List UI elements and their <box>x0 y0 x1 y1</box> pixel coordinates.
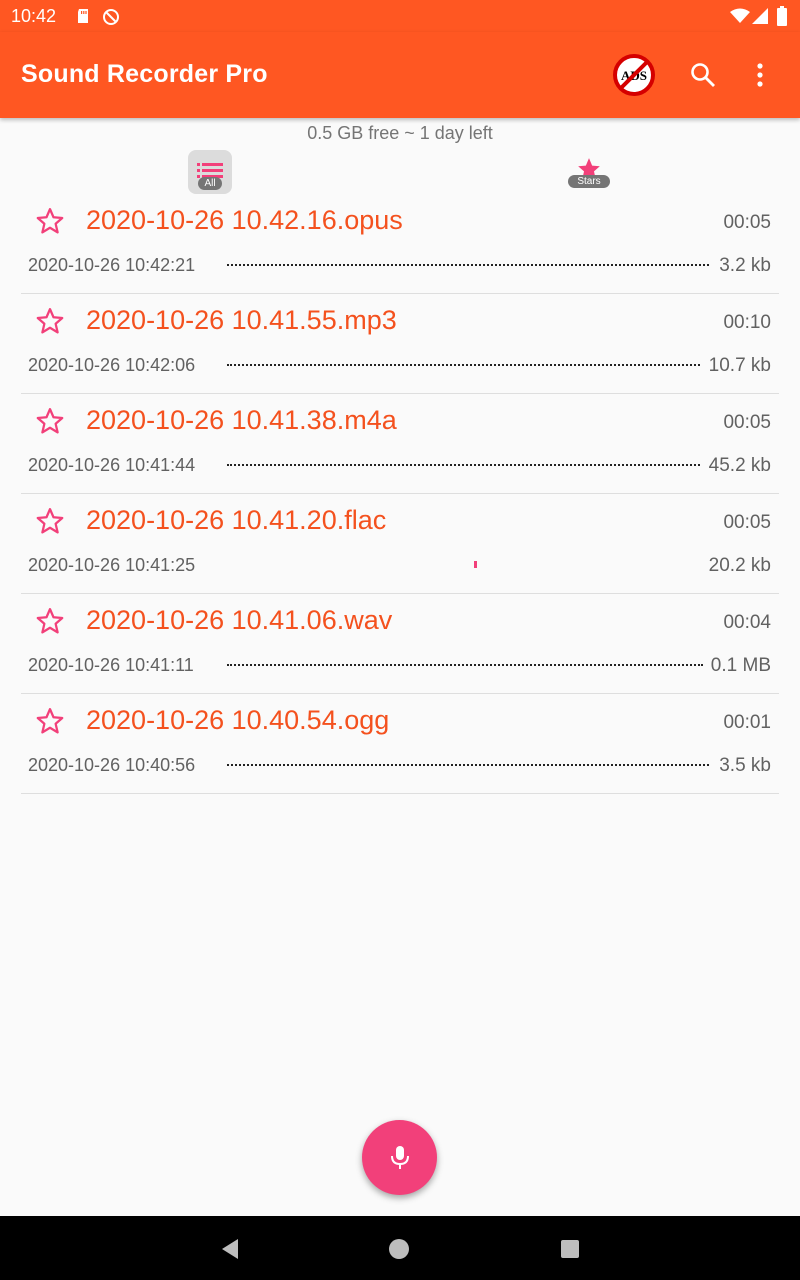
star-outline-icon[interactable] <box>35 306 65 336</box>
filter-stars-label: Stars <box>568 175 610 188</box>
star-outline-icon[interactable] <box>35 606 65 636</box>
recording-date: 2020-10-26 10:40:56 <box>28 755 196 775</box>
back-icon <box>222 1239 238 1259</box>
recording-name: 2020-10-26 10.41.38.m4a <box>86 405 397 435</box>
no-sync-icon <box>102 8 120 31</box>
recording-item[interactable]: 2020-10-26 10.42.16.opus 00:05 2020-10-2… <box>21 194 779 294</box>
recording-duration: 00:04 <box>723 612 771 633</box>
recording-size: 20.2 kb <box>708 555 771 576</box>
recording-date: 2020-10-26 10:42:21 <box>28 255 196 275</box>
recording-item[interactable]: 2020-10-26 10.41.55.mp3 00:10 2020-10-26… <box>21 294 779 394</box>
signal-icon <box>752 8 768 29</box>
waveform-preview <box>227 764 709 766</box>
recents-icon <box>561 1240 579 1258</box>
app-title: Sound Recorder Pro <box>21 60 268 88</box>
recording-size: 10.7 kb <box>708 355 771 376</box>
more-vert-icon <box>757 63 763 87</box>
recording-duration: 00:05 <box>723 212 771 233</box>
status-time: 10:42 <box>11 6 57 26</box>
recents-button[interactable] <box>555 1234 585 1264</box>
recording-item[interactable]: 2020-10-26 10.40.54.ogg 00:01 2020-10-26… <box>21 694 779 794</box>
recording-item[interactable]: 2020-10-26 10.41.38.m4a 00:05 2020-10-26… <box>21 394 779 494</box>
waveform-preview <box>227 364 700 366</box>
recording-name: 2020-10-26 10.42.16.opus <box>86 205 403 235</box>
playback-marker <box>474 561 477 568</box>
wifi-icon <box>730 8 750 29</box>
star-outline-icon[interactable] <box>35 206 65 236</box>
recording-date: 2020-10-26 10:41:25 <box>28 555 196 575</box>
star-outline-icon[interactable] <box>35 406 65 436</box>
recording-size: 45.2 kb <box>708 455 771 476</box>
recording-item[interactable]: 2020-10-26 10.41.06.wav 00:04 2020-10-26… <box>21 594 779 694</box>
recording-name: 2020-10-26 10.41.20.flac <box>86 505 387 535</box>
recording-size: 0.1 MB <box>710 655 771 676</box>
app-bar: Sound Recorder Pro ADS <box>0 32 800 118</box>
recording-duration: 00:05 <box>723 512 771 533</box>
record-button[interactable] <box>362 1120 437 1195</box>
waveform-preview <box>227 564 228 566</box>
list-icon <box>197 163 223 178</box>
waveform-preview <box>227 464 700 466</box>
waveform-preview <box>227 264 709 266</box>
recording-duration: 00:10 <box>723 312 771 333</box>
recording-duration: 00:05 <box>723 412 771 433</box>
sd-card-icon <box>75 8 91 29</box>
star-outline-icon[interactable] <box>35 506 65 536</box>
search-button[interactable] <box>680 52 726 98</box>
recording-duration: 00:01 <box>723 712 771 733</box>
remove-ads-button[interactable]: ADS <box>611 52 657 98</box>
recording-date: 2020-10-26 10:42:06 <box>28 355 196 375</box>
recording-date: 2020-10-26 10:41:11 <box>28 655 194 675</box>
storage-info: 0.5 GB free ~ 1 day left <box>307 123 493 143</box>
star-outline-icon[interactable] <box>35 706 65 736</box>
recording-name: 2020-10-26 10.41.55.mp3 <box>86 305 397 335</box>
filter-all-button[interactable]: All <box>188 150 232 194</box>
recording-date: 2020-10-26 10:41:44 <box>28 455 196 475</box>
filter-stars-button[interactable]: Stars <box>566 156 612 194</box>
no-ads-icon: ADS <box>613 54 655 96</box>
overflow-menu-button[interactable] <box>737 52 783 98</box>
back-button[interactable] <box>215 1234 245 1264</box>
recording-name: 2020-10-26 10.41.06.wav <box>86 605 393 635</box>
filter-all-label: All <box>198 177 222 190</box>
microphone-icon <box>390 1145 409 1169</box>
recordings-list: 2020-10-26 10.42.16.opus 00:05 2020-10-2… <box>21 194 779 794</box>
recording-item[interactable]: 2020-10-26 10.41.20.flac 00:05 2020-10-2… <box>21 494 779 594</box>
home-button[interactable] <box>384 1234 414 1264</box>
recording-size: 3.2 kb <box>719 255 771 276</box>
status-bar: 10:42 <box>0 0 800 32</box>
battery-icon <box>776 6 788 31</box>
waveform-preview <box>227 664 703 666</box>
recording-size: 3.5 kb <box>719 755 771 776</box>
home-icon <box>389 1239 409 1259</box>
recording-name: 2020-10-26 10.40.54.ogg <box>86 705 390 735</box>
system-nav-bar <box>0 1216 800 1280</box>
search-icon <box>691 63 715 87</box>
